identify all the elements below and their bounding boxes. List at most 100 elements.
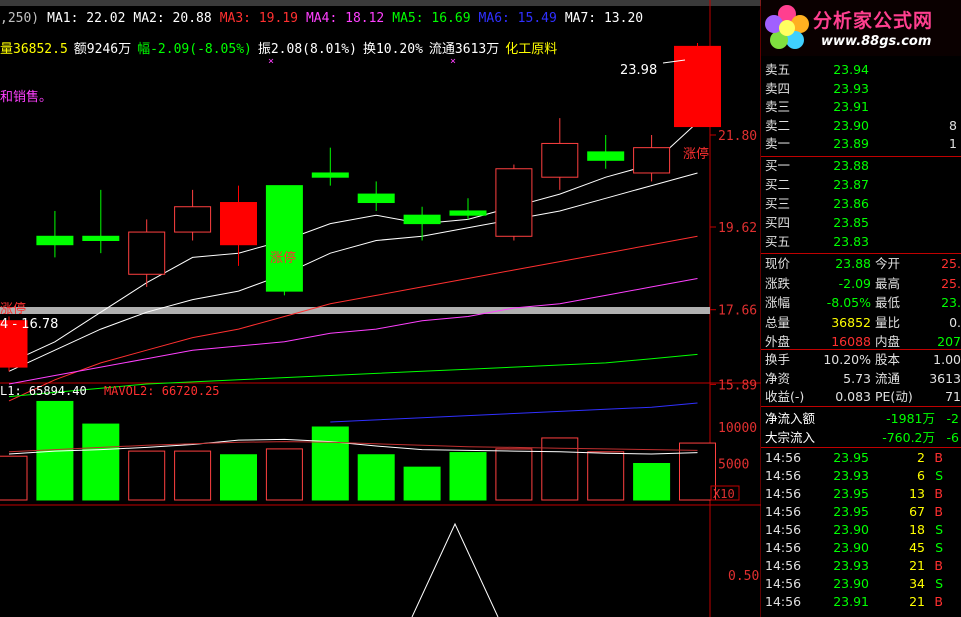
indicator-line (411, 522, 499, 617)
flow-divider (761, 406, 961, 407)
fund-label: 净资 (765, 370, 791, 386)
site-logo[interactable]: 分析家公式网 www.88gs.com (761, 0, 961, 56)
marker-x-icon: × (450, 56, 456, 67)
fundamental-row[interactable]: 净资 5.73 流通 3613 (761, 370, 961, 388)
buy-order-row[interactable]: 买五 23.83 (761, 233, 961, 251)
sell-order-row[interactable]: 卖一 23.89 1 (761, 135, 961, 153)
volume-bar[interactable] (265, 448, 303, 501)
quote-row[interactable]: 涨跌 -2.09 最高 25. (761, 275, 961, 293)
flow-label: 大宗流入 (765, 429, 816, 445)
trade-tick-row[interactable]: 14:56 23.90 34 S (761, 575, 961, 593)
trade-tick-row[interactable]: 14:56 23.93 21 B (761, 557, 961, 575)
volume-bar[interactable] (220, 454, 257, 501)
candle[interactable] (633, 147, 671, 174)
candle[interactable] (587, 151, 625, 161)
fund-flow-row[interactable]: 大宗流入 -760.2万 -6 (761, 429, 961, 447)
tick-side: B (934, 486, 943, 501)
candle[interactable] (174, 206, 212, 233)
volume-bar[interactable] (679, 442, 716, 501)
candle[interactable] (674, 45, 721, 128)
quote-divider (761, 253, 961, 254)
fundamental-row[interactable]: 收益(-) 0.083 PE(动) 71 (761, 388, 961, 406)
candle[interactable] (128, 231, 166, 275)
volume-bar[interactable] (174, 450, 212, 501)
volume-bar[interactable] (128, 450, 166, 501)
fundamental-row[interactable]: 换手 10.20% 股本 1.00 (761, 351, 961, 369)
logo-url: www.88gs.com (821, 34, 932, 49)
quote-value: 0. (949, 314, 961, 330)
tick-volume: 13 (909, 486, 925, 501)
trade-tick-row[interactable]: 14:56 23.93 6 S (761, 467, 961, 485)
volume-bar[interactable] (311, 426, 349, 501)
volume-bar[interactable] (495, 448, 533, 501)
tick-price: 23.90 (833, 522, 869, 537)
tick-time: 14:56 (765, 486, 802, 501)
quote-value: 25. (941, 275, 961, 291)
volume-bar[interactable] (82, 423, 120, 501)
candle[interactable] (541, 142, 579, 178)
volume-bar[interactable] (0, 455, 28, 501)
sell-order-row[interactable]: 卖三 23.91 (761, 98, 961, 116)
fund-label: 换手 (765, 352, 791, 367)
volume-bar[interactable] (357, 454, 395, 501)
volume-bar[interactable] (403, 466, 441, 501)
marker-x-icon: × (268, 56, 274, 67)
volume-legend: L1: 65894.40 MAVOL2: 66720.25 (0, 384, 230, 398)
trade-tick-row[interactable]: 14:56 23.90 18 S (761, 521, 961, 539)
fund-value: 0.083 (835, 389, 871, 405)
tick-price: 23.95 (833, 450, 869, 465)
trade-tick-row[interactable]: 14:56 23.91 21 B (761, 593, 961, 611)
sell-order-row[interactable]: 卖四 23.93 (761, 80, 961, 98)
tick-volume: 45 (909, 540, 925, 555)
sell-order-row[interactable]: 卖二 23.90 8 (761, 117, 961, 135)
flow-value: -760.2万 (882, 429, 935, 445)
candle[interactable] (36, 235, 74, 246)
tick-side: B (934, 594, 943, 609)
quote-value: -2.09 (838, 275, 871, 291)
fund-flow-row[interactable]: 净流入额 -1981万 -2 (761, 410, 961, 428)
volume-bar[interactable] (633, 463, 671, 501)
tick-side: S (935, 576, 943, 591)
quote-row[interactable]: 涨幅 -8.05% 最低 23. (761, 294, 961, 312)
ticks-divider (761, 447, 961, 448)
trade-tick-row[interactable]: 14:56 23.95 67 B (761, 503, 961, 521)
trade-tick-row[interactable]: 14:56 23.95 13 B (761, 485, 961, 503)
buy-order-row[interactable]: 买三 23.86 (761, 195, 961, 213)
candle[interactable] (265, 185, 303, 292)
order-price: 23.94 (833, 62, 869, 77)
ma-legend-item: MA4: 18.12 (305, 11, 385, 26)
volume-bar[interactable] (587, 451, 625, 501)
quote-value: 36852 (831, 314, 871, 330)
sell-order-row[interactable]: 卖五 23.94 (761, 61, 961, 79)
flow-extra: -2 (946, 411, 959, 426)
buy-order-row[interactable]: 买一 23.88 (761, 157, 961, 175)
chart-annotation: 23.98 (620, 63, 657, 78)
candle[interactable] (82, 235, 120, 241)
candle[interactable] (403, 214, 441, 225)
trade-tick-row[interactable]: 14:56 23.90 45 S (761, 539, 961, 557)
quote-value: 25. (941, 256, 961, 271)
ma-legend-item: MA3: 19.19 (219, 11, 298, 26)
buy-order-row[interactable]: 买四 23.85 (761, 214, 961, 232)
tick-price: 23.95 (833, 504, 869, 519)
tick-price: 23.90 (833, 540, 869, 555)
trade-tick-row[interactable]: 14:56 23.95 2 B (761, 449, 961, 467)
price-tick-label: 15.89 (718, 378, 757, 393)
candle[interactable] (449, 210, 487, 216)
quote-row[interactable]: 现价 23.88 今开 25. (761, 255, 961, 273)
candle[interactable] (220, 202, 257, 246)
buy-order-row[interactable]: 买二 23.87 (761, 176, 961, 194)
price-tick-label: 19.62 (718, 221, 757, 236)
quote-summary-item: 流通3613万 (428, 42, 500, 57)
volume-bar[interactable] (541, 437, 579, 501)
quote-label: 涨幅 (765, 295, 791, 311)
candle[interactable] (357, 193, 395, 204)
candle[interactable] (495, 168, 533, 237)
quote-row[interactable]: 总量 36852 量比 0. (761, 314, 961, 332)
order-price: 23.83 (833, 234, 869, 249)
candle[interactable] (311, 172, 349, 178)
volume-bar[interactable] (449, 452, 487, 501)
ma-line (8, 235, 698, 402)
flow-extra: -6 (946, 429, 959, 445)
tick-volume: 21 (909, 558, 925, 573)
